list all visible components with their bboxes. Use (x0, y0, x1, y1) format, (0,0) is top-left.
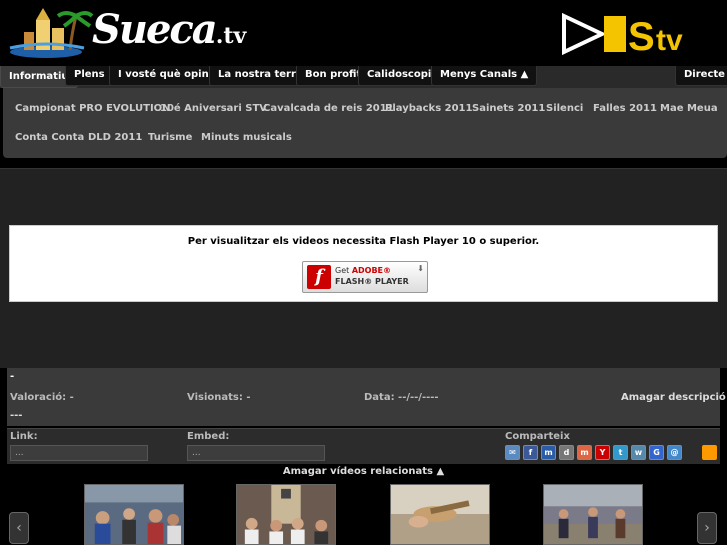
google-share-icon[interactable]: G (649, 445, 664, 460)
submenu-item[interactable]: Falles 2011 (593, 103, 657, 114)
related-video-thumbnail[interactable] (236, 484, 336, 545)
carousel-prev-button[interactable]: ‹ (9, 512, 29, 544)
site-name-suffix: .tv (215, 23, 247, 49)
digg-share-icon[interactable]: @ (667, 445, 682, 460)
facebook-share-icon[interactable]: f (523, 445, 538, 460)
get-flash-player-button[interactable]: f Get ADOBE® FLASH® PLAYER ⬇ (302, 261, 428, 293)
video-description: --- (10, 410, 23, 421)
hide-related-videos-toggle[interactable]: Amagar vídeos relacionats ▲ (0, 466, 727, 477)
related-video-thumbnail[interactable] (390, 484, 490, 545)
submenu-item[interactable]: 10é Aniversari STV (160, 103, 267, 114)
related-video-thumbnail[interactable] (84, 484, 184, 545)
flash-get-label: Get ADOBE® (335, 266, 391, 275)
rss-icon[interactable] (702, 445, 717, 460)
submenu-item[interactable]: Silenci (546, 103, 583, 114)
submenu-item[interactable]: Conta Conta (15, 132, 84, 143)
submenu-item[interactable]: Sainets 2011 (472, 103, 545, 114)
windows-live-share-icon[interactable]: w (631, 445, 646, 460)
link-label: Link: (10, 431, 38, 442)
submenu-item[interactable]: Playbacks 2011 (385, 103, 472, 114)
twitter-share-icon[interactable]: t (613, 445, 628, 460)
delicious-share-icon[interactable]: d (559, 445, 574, 460)
tab-calidoscopi[interactable]: Calidoscopi (358, 66, 441, 86)
submenu-item[interactable]: Campionat PRO EVOLUTION (15, 103, 171, 114)
share-panel: Link: ... Embed: ... Comparteix ✉ f m d … (7, 428, 720, 464)
top-navigation: Informatiu Plens I vosté què opina? La n… (0, 66, 727, 88)
yahoo-share-icon[interactable]: Y (595, 445, 610, 460)
meneame-share-icon[interactable]: m (577, 445, 592, 460)
channel-submenu: Campionat PRO EVOLUTION 10é Aniversari S… (3, 88, 727, 158)
tab-menys-canals[interactable]: Menys Canals ▲ (431, 66, 538, 86)
share-label: Comparteix (505, 431, 570, 442)
email-share-icon[interactable]: ✉ (505, 445, 520, 460)
video-views: Visionats: - (187, 392, 251, 403)
embed-label: Embed: (187, 431, 230, 442)
site-name: Sueca.tv (92, 6, 246, 53)
submenu-item[interactable]: DLD 2011 (88, 132, 142, 143)
submenu-item[interactable]: Mae Meua (660, 103, 718, 114)
embed-field[interactable]: ... (187, 445, 325, 461)
download-arrow-icon: ⬇ (417, 264, 424, 273)
tab-plens[interactable]: Plens (65, 66, 114, 86)
submenu-item[interactable]: Cavalcada de reis 2011 (263, 103, 394, 114)
flash-get-text: Get (335, 266, 350, 275)
submenu-item[interactable]: Minuts musicals (201, 132, 292, 143)
adobe-brand-text: ADOBE® (351, 266, 392, 275)
site-header: Sueca.tv S tv (0, 0, 727, 66)
flash-icon: f (307, 265, 331, 289)
site-name-main: Sueca (92, 6, 218, 53)
video-rating: Valoració: - (10, 392, 74, 403)
stv-channel-logo[interactable]: S tv (562, 12, 712, 56)
flash-message: Per visualitzar els videos necessita Fla… (187, 236, 540, 247)
svg-text:tv: tv (656, 24, 683, 56)
myspace-share-icon[interactable]: m (541, 445, 556, 460)
hide-description-toggle[interactable]: Amagar descripció ▲ (621, 392, 727, 403)
tab-directe[interactable]: Directe (675, 66, 727, 86)
carousel-next-button[interactable]: › (697, 512, 717, 544)
video-title: - (10, 371, 15, 382)
submenu-item[interactable]: Turisme (148, 132, 192, 143)
link-field[interactable]: ... (10, 445, 148, 461)
video-date: Data: --/--/---- (364, 392, 439, 403)
flash-required-notice: Per visualitzar els videos necessita Fla… (9, 225, 718, 302)
related-video-thumbnail[interactable] (543, 484, 643, 545)
video-info-panel: - Valoració: - Visionats: - Data: --/--/… (7, 368, 727, 426)
svg-text:S: S (628, 15, 655, 56)
flash-product-label: FLASH® PLAYER (335, 277, 409, 286)
